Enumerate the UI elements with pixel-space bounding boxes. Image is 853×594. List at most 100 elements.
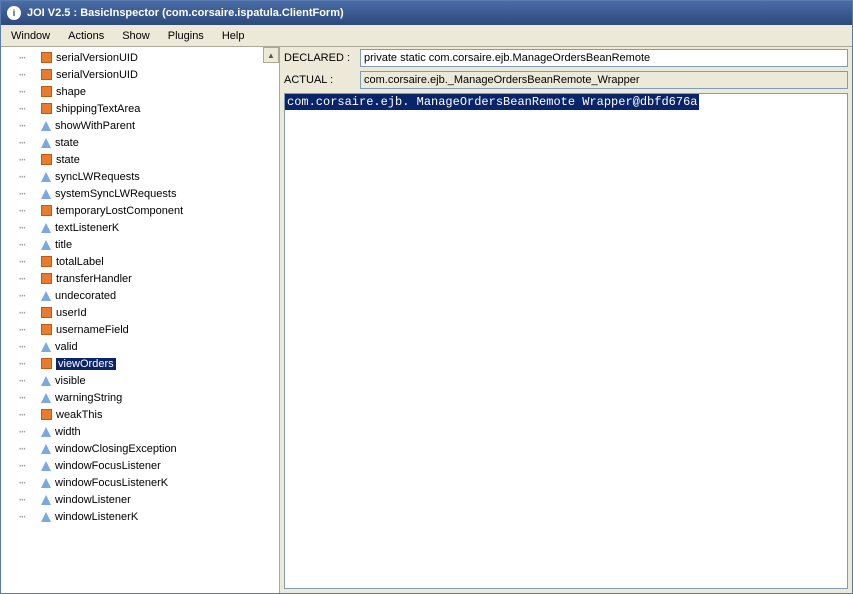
tree-item[interactable]: ⋯state (1, 151, 279, 168)
field-icon (41, 307, 52, 318)
tree-item[interactable]: ⋯width (1, 423, 279, 440)
declared-row: DECLARED : private static com.corsaire.e… (280, 47, 852, 69)
window-title: JOI V2.5 : BasicInspector (com.corsaire.… (27, 7, 344, 19)
tree-item-label: systemSyncLWRequests (55, 188, 176, 200)
tree-item[interactable]: ⋯serialVersionUID (1, 66, 279, 83)
tree-item[interactable]: ⋯ temporaryLostComponent (1, 202, 279, 219)
method-icon (41, 427, 51, 437)
scroll-up-button[interactable]: ▲ (263, 47, 279, 63)
tree-item-label: showWithParent (55, 120, 135, 132)
declared-label: DECLARED : (284, 52, 356, 64)
actual-row: ACTUAL : com.corsaire.ejb._ManageOrdersB… (280, 69, 852, 91)
tree-connector-icon: ⋯ (19, 306, 39, 319)
object-tree[interactable]: ⋯serialVersionUID⋯serialVersionUID⋯shape… (1, 47, 279, 527)
method-icon (41, 461, 51, 471)
field-icon (41, 256, 52, 267)
tree-item[interactable]: ⋯transferHandler (1, 270, 279, 287)
method-icon (41, 393, 51, 403)
tree-item-label: usernameField (56, 324, 129, 336)
detail-body[interactable]: com.corsaire.ejb. ManageOrdersBeanRemote… (284, 93, 848, 589)
menu-help[interactable]: Help (222, 30, 245, 42)
tree-item-label: windowFocusListener (55, 460, 161, 472)
field-icon (41, 154, 52, 165)
tree-item-label: state (55, 137, 79, 149)
method-icon (41, 291, 51, 301)
method-icon (41, 512, 51, 522)
tree-connector-icon: ⋯ (19, 510, 39, 523)
tree-item-label: viewOrders (56, 358, 116, 370)
tree-item[interactable]: ⋯showWithParent (1, 117, 279, 134)
tree-item[interactable]: ⋯ viewOrders (1, 355, 279, 372)
tree-item[interactable]: ⋯ valid (1, 338, 279, 355)
app-icon: i (7, 6, 21, 20)
tree-item[interactable]: ⋯shape (1, 83, 279, 100)
tree-connector-icon: ⋯ (19, 459, 39, 472)
declared-value[interactable]: private static com.corsaire.ejb.ManageOr… (360, 49, 848, 67)
tree-connector-icon: ⋯ (19, 204, 39, 217)
tree-item[interactable]: ⋯serialVersionUID (1, 49, 279, 66)
tree-item[interactable]: ⋯shippingTextArea (1, 100, 279, 117)
tree-connector-icon: ⋯ (19, 408, 39, 421)
tree-item[interactable]: ⋯title (1, 236, 279, 253)
tree-item[interactable]: ⋯windowFocusListenerK (1, 474, 279, 491)
tree-connector-icon: ⋯ (19, 153, 39, 166)
tree-item[interactable]: ⋯totalLabel (1, 253, 279, 270)
tree-connector-icon: ⋯ (19, 272, 39, 285)
tree-connector-icon: ⋯ (19, 221, 39, 234)
detail-line-selected[interactable]: com.corsaire.ejb. ManageOrdersBeanRemote… (285, 94, 699, 110)
tree-item[interactable]: ⋯usernameField (1, 321, 279, 338)
method-icon (41, 478, 51, 488)
menu-window[interactable]: Window (11, 30, 50, 42)
field-icon (41, 52, 52, 63)
menu-plugins[interactable]: Plugins (168, 30, 204, 42)
tree-item-label: windowListener (55, 494, 131, 506)
tree-item[interactable]: ⋯ windowClosingException (1, 440, 279, 457)
tree-connector-icon: ⋯ (19, 340, 39, 353)
menu-actions[interactable]: Actions (68, 30, 104, 42)
tree-item-label: windowClosingException (55, 443, 177, 455)
tree-connector-icon: ⋯ (19, 493, 39, 506)
tree-connector-icon: ⋯ (19, 374, 39, 387)
tree-item-label: windowFocusListenerK (55, 477, 168, 489)
method-icon (41, 342, 51, 352)
menu-show[interactable]: Show (122, 30, 150, 42)
tree-item-label: warningString (55, 392, 122, 404)
tree-connector-icon: ⋯ (19, 442, 39, 455)
tree-connector-icon: ⋯ (19, 357, 39, 370)
tree-item[interactable]: ⋯ windowFocusListener (1, 457, 279, 474)
tree-connector-icon: ⋯ (19, 391, 39, 404)
tree-item-label: title (55, 239, 72, 251)
tree-item[interactable]: ⋯windowListenerK (1, 508, 279, 525)
field-icon (41, 103, 52, 114)
tree-item-label: userId (56, 307, 87, 319)
tree-item[interactable]: ⋯ userId (1, 304, 279, 321)
tree-item[interactable]: ⋯syncLWRequests (1, 168, 279, 185)
tree-item[interactable]: ⋯undecorated (1, 287, 279, 304)
field-icon (41, 205, 52, 216)
tree-item-label: width (55, 426, 81, 438)
tree-item-label: textListenerK (55, 222, 119, 234)
content-area: ▲ ⋯serialVersionUID⋯serialVersionUID⋯sha… (1, 47, 852, 593)
tree-item[interactable]: ⋯ textListenerK (1, 219, 279, 236)
tree-item-label: visible (55, 375, 86, 387)
field-icon (41, 324, 52, 335)
tree-item-label: serialVersionUID (56, 52, 138, 64)
tree-item[interactable]: ⋯weakThis (1, 406, 279, 423)
tree-item-label: serialVersionUID (56, 69, 138, 81)
method-icon (41, 121, 51, 131)
tree-pane: ▲ ⋯serialVersionUID⋯serialVersionUID⋯sha… (1, 47, 280, 593)
tree-item[interactable]: ⋯state (1, 134, 279, 151)
tree-item-label: temporaryLostComponent (56, 205, 183, 217)
tree-item-label: undecorated (55, 290, 116, 302)
tree-connector-icon: ⋯ (19, 170, 39, 183)
tree-item-label: valid (55, 341, 78, 353)
field-icon (41, 86, 52, 97)
method-icon (41, 189, 51, 199)
tree-item[interactable]: ⋯ warningString (1, 389, 279, 406)
tree-item[interactable]: ⋯ windowListener (1, 491, 279, 508)
tree-connector-icon: ⋯ (19, 255, 39, 268)
tree-item[interactable]: ⋯ visible (1, 372, 279, 389)
tree-item-label: shape (56, 86, 86, 98)
tree-item[interactable]: ⋯systemSyncLWRequests (1, 185, 279, 202)
actual-value[interactable]: com.corsaire.ejb._ManageOrdersBeanRemote… (360, 71, 848, 89)
